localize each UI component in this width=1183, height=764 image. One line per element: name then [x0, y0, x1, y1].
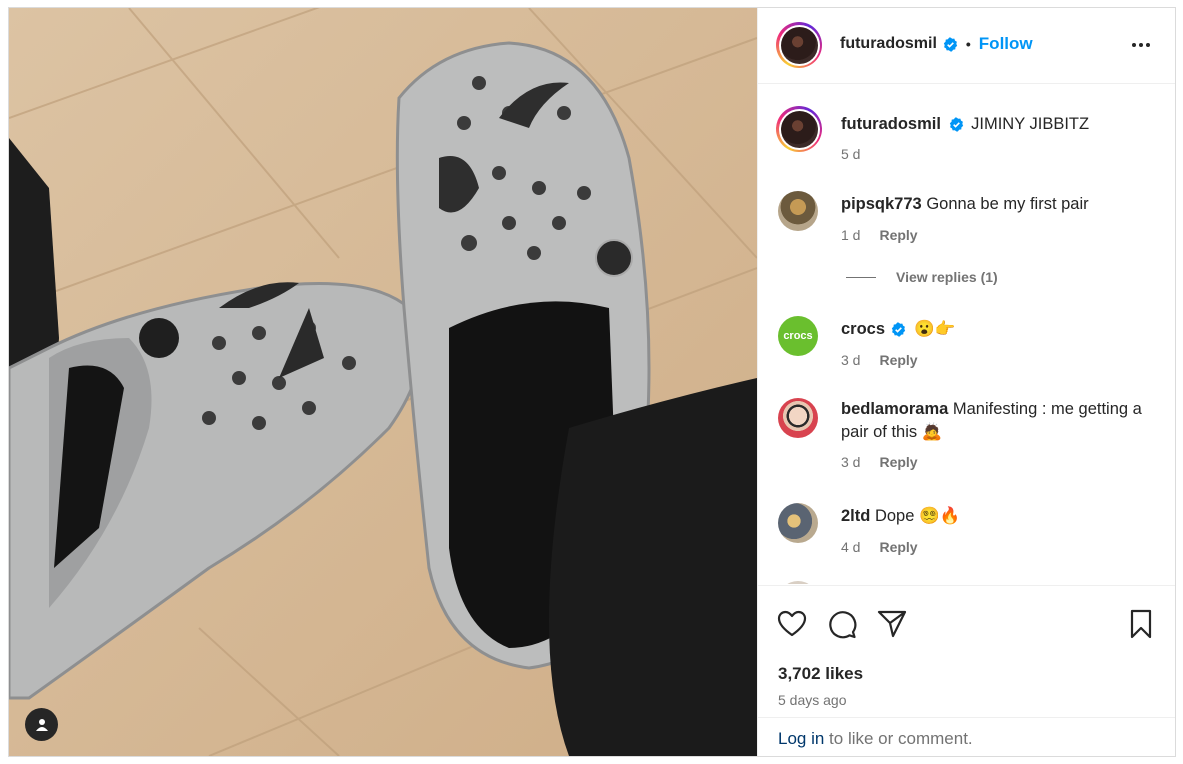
verified-badge-icon	[891, 322, 905, 337]
reply-button[interactable]: Reply	[879, 539, 917, 555]
comment-time[interactable]: 1 d	[841, 227, 860, 243]
commenter-avatar[interactable]	[778, 503, 818, 543]
view-replies-button[interactable]: View replies (1)	[846, 269, 998, 285]
comment-row: pipsqk773 Gonna be my first pair 1 d Rep…	[778, 191, 1158, 251]
comment-body: 😮👉	[914, 320, 956, 338]
more-options-icon[interactable]	[1129, 33, 1153, 57]
share-icon[interactable]	[876, 608, 908, 640]
user-tag-icon	[35, 718, 48, 731]
caption-meta: 5 d	[841, 146, 860, 162]
comment-body: Gonna be my first pair	[926, 195, 1089, 213]
post-image	[9, 8, 757, 756]
caption-username[interactable]: futuradosmil	[841, 115, 941, 133]
post-header: futuradosmil • Follow	[758, 8, 1175, 84]
posted-time[interactable]: 5 days ago	[778, 692, 847, 708]
comment-username[interactable]: bedlamorama	[841, 400, 948, 418]
comment-username[interactable]: 2ltd	[841, 507, 870, 525]
verified-badge-icon	[949, 117, 963, 132]
separator-dot: •	[965, 36, 971, 52]
comment-text: crocs 😮👉	[841, 318, 1161, 341]
author-header: futuradosmil • Follow	[840, 34, 1033, 54]
verified-badge-icon	[943, 36, 958, 52]
bookmark-icon[interactable]	[1125, 608, 1157, 640]
author-username[interactable]: futuradosmil	[840, 35, 937, 53]
post-side-panel: futuradosmil • Follow futuradosmil JIMIN…	[757, 8, 1175, 756]
comment-text: 2ltd Dope 😵‍💫🔥	[841, 505, 1161, 528]
comment-time[interactable]: 4 d	[841, 539, 860, 555]
post-photo[interactable]	[9, 8, 757, 756]
caption-row: futuradosmil JIMINY JIBBITZ 5 d	[776, 106, 1161, 168]
caption-time[interactable]: 5 d	[841, 146, 860, 162]
comment-username[interactable]: pipsqk773	[841, 195, 922, 213]
login-suffix: to like or comment.	[824, 729, 973, 748]
comment-text: pipsqk773 Gonna be my first pair	[841, 193, 1161, 216]
comment-text: bedlamorama Manifesting : me getting a p…	[841, 398, 1161, 444]
login-prompt: Log in to like or comment.	[758, 717, 1175, 756]
comment-row-cutoff	[778, 580, 1158, 584]
comment-meta: 1 d Reply	[841, 227, 918, 243]
comment-meta: 3 d Reply	[841, 454, 918, 470]
author-avatar[interactable]	[776, 22, 822, 68]
comments-list: futuradosmil JIMINY JIBBITZ 5 d pipsqk77…	[758, 84, 1175, 584]
user-tag-button[interactable]	[25, 708, 58, 741]
reply-button[interactable]: Reply	[879, 352, 917, 368]
caption-body: JIMINY JIBBITZ	[971, 115, 1090, 133]
comment-time[interactable]: 3 d	[841, 454, 860, 470]
commenter-avatar[interactable]	[778, 398, 818, 438]
instagram-post: futuradosmil • Follow futuradosmil JIMIN…	[8, 7, 1176, 757]
reply-button[interactable]: Reply	[879, 454, 917, 470]
commenter-avatar[interactable]	[778, 191, 818, 231]
comment-row: bedlamorama Manifesting : me getting a p…	[778, 398, 1158, 482]
likes-count[interactable]: 3,702 likes	[778, 664, 863, 684]
caption-avatar[interactable]	[776, 106, 822, 152]
reply-button[interactable]: Reply	[879, 227, 917, 243]
comment-row: crocs crocs 😮👉 3 d Reply	[778, 316, 1158, 376]
comment-time[interactable]: 3 d	[841, 352, 860, 368]
view-replies-label: View replies (1)	[896, 269, 998, 285]
view-replies-line	[846, 276, 876, 278]
heart-icon[interactable]	[776, 608, 808, 640]
comment-meta: 3 d Reply	[841, 352, 918, 368]
comment-meta: 4 d Reply	[841, 539, 918, 555]
comment-username[interactable]: crocs	[841, 320, 885, 338]
comment-icon[interactable]	[826, 608, 858, 640]
crocs-logo-text: crocs	[783, 330, 813, 342]
login-link[interactable]: Log in	[778, 729, 824, 748]
comment-row: 2ltd Dope 😵‍💫🔥 4 d Reply	[778, 503, 1158, 563]
comment-body: Dope 😵‍💫🔥	[874, 507, 961, 525]
post-actions: 3,702 likes 5 days ago	[758, 585, 1175, 725]
crocs-avatar[interactable]: crocs	[778, 316, 818, 356]
follow-button[interactable]: Follow	[979, 34, 1033, 54]
caption-text: futuradosmil JIMINY JIBBITZ	[841, 113, 1161, 136]
